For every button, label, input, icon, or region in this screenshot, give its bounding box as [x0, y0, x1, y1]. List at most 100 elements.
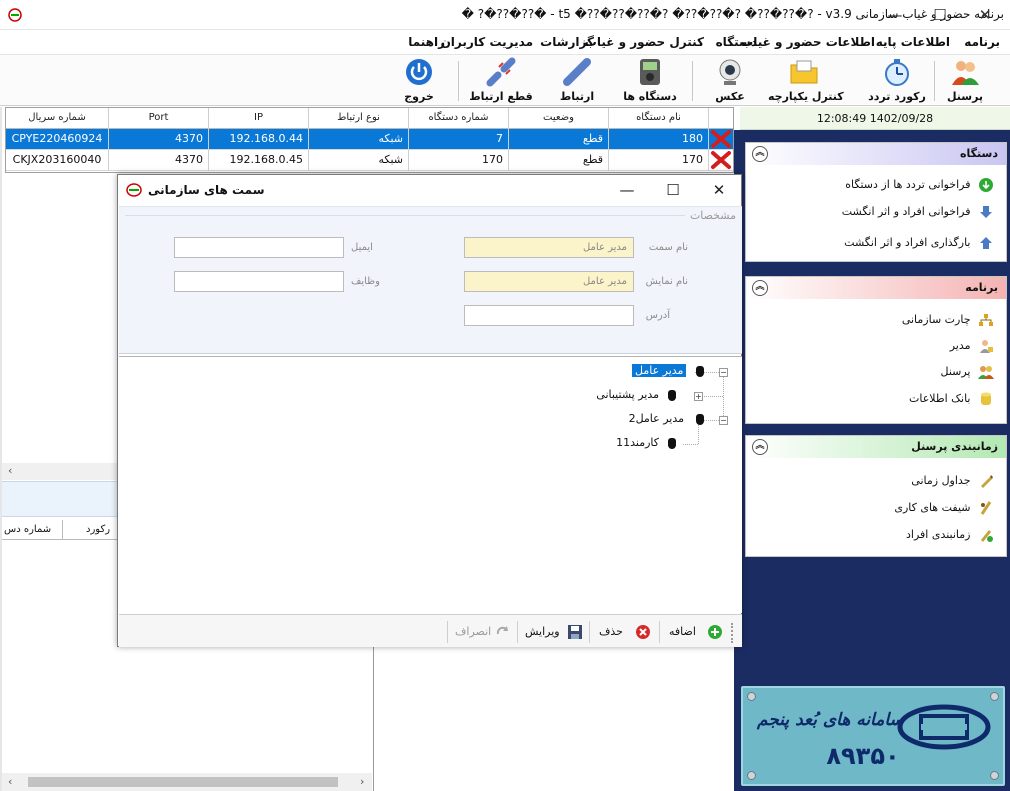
- work-shifts-link[interactable]: شیفت های کاری: [894, 497, 994, 519]
- position-name-field[interactable]: مدیر عامل: [464, 237, 634, 258]
- webcam-icon: [719, 59, 741, 85]
- edit-button[interactable]: ویرایش: [523, 621, 585, 643]
- col-serial[interactable]: شماره سریال: [6, 108, 109, 129]
- devices-button[interactable]: دستگاه ها: [620, 57, 680, 105]
- col-connection: [709, 108, 733, 129]
- program-section-header[interactable]: ︽ برنامه: [746, 277, 1006, 299]
- record-button[interactable]: رکورد تردد: [866, 57, 928, 105]
- scroll-left-icon[interactable]: ‹: [8, 775, 12, 788]
- up-arrow-icon: [980, 237, 992, 249]
- menu-help[interactable]: راهنما: [408, 35, 445, 49]
- upload-fingerprints-link[interactable]: بارگذاری افراد و اثر انگشت: [844, 232, 994, 254]
- menu-base-info[interactable]: اطلاعات پایه: [876, 35, 950, 49]
- company-logo: سامانه های بُعد پنجم ۸۹۳۵۰: [741, 686, 1005, 786]
- col-record[interactable]: رکورد: [86, 524, 120, 535]
- tree-node-ceo-2[interactable]: مدیر عامل2: [624, 410, 684, 428]
- address-field[interactable]: [464, 305, 634, 326]
- collapse-icon[interactable]: ︽: [752, 280, 768, 296]
- col-ip[interactable]: IP: [209, 108, 309, 129]
- dialog-maximize-button[interactable]: ☐: [658, 179, 688, 201]
- dialog-minimize-button[interactable]: —: [612, 179, 642, 201]
- tree-line: [683, 444, 698, 445]
- tree-expand-toggle[interactable]: +: [694, 392, 703, 401]
- collapse-icon[interactable]: ︽: [752, 146, 768, 162]
- col-conn-type[interactable]: نوع ارتباط: [309, 108, 409, 129]
- email-label: ایمیل: [351, 242, 373, 253]
- menu-device[interactable]: دستگاه: [716, 35, 757, 49]
- app-icon: [8, 8, 22, 22]
- minimize-button[interactable]: —: [880, 4, 910, 26]
- menu-attendance-info[interactable]: اطلاعات حضور و غیاب: [741, 35, 875, 49]
- disconnected-x-icon[interactable]: [709, 150, 733, 171]
- org-chart-link[interactable]: چارت سازمانی: [902, 309, 994, 331]
- disconnected-x-icon[interactable]: [709, 129, 733, 150]
- exit-button[interactable]: خروج: [398, 57, 440, 105]
- manager-link[interactable]: مدیر: [950, 335, 994, 357]
- photo-button[interactable]: عکس: [710, 57, 750, 105]
- title-bar: برنامه حضور و غیاب سازمانی t5 �??�??�??�…: [0, 0, 1010, 30]
- save-icon: [568, 625, 582, 639]
- col-port[interactable]: Port: [109, 108, 209, 129]
- table-row[interactable]: CKJX203160040 4370 192.168.0.45 شبکه 170…: [6, 150, 733, 171]
- node-flag-icon: [696, 366, 704, 377]
- schedule-section-header[interactable]: ︽ زمانبندی پرسنل: [746, 436, 1006, 458]
- tree-node-ceo[interactable]: مدیر عامل: [632, 362, 687, 380]
- col-device-name[interactable]: نام دستگاه: [609, 108, 709, 129]
- menu-attendance-control[interactable]: کنترل حضور و غیاب: [585, 35, 704, 49]
- add-button[interactable]: اضافه: [667, 621, 725, 643]
- col-status[interactable]: وضعیت: [509, 108, 609, 129]
- manager-icon: [980, 340, 993, 353]
- duties-field[interactable]: [174, 271, 344, 292]
- horizontal-scrollbar[interactable]: ‹ ›: [2, 773, 372, 791]
- fetch-records-link[interactable]: فراخوانی تردد ها از دستگاه: [845, 174, 994, 196]
- screw-icon: [990, 692, 999, 701]
- scroll-left-icon[interactable]: ‹: [8, 464, 12, 477]
- person-schedule-link[interactable]: زمانبندی افراد: [906, 524, 994, 546]
- email-field[interactable]: [174, 237, 344, 258]
- col-device-number[interactable]: شماره دس: [4, 524, 60, 535]
- time-tables-link[interactable]: جداول زمانی: [911, 470, 994, 492]
- menu-reports[interactable]: گزارشات: [540, 35, 594, 49]
- database-link[interactable]: بانک اطلاعات: [909, 388, 994, 410]
- connect-button[interactable]: ارتباط: [552, 57, 602, 105]
- toolbar-separator: [692, 61, 693, 101]
- footer-separator: [659, 621, 660, 643]
- delete-button[interactable]: حذف: [597, 621, 655, 643]
- grip-icon: [731, 623, 734, 643]
- unified-control-button[interactable]: کنترل یکپارچه: [768, 57, 844, 105]
- screw-icon: [990, 771, 999, 780]
- logo-number: ۸۹۳۵۰: [826, 742, 900, 770]
- fetch-fingerprints-link[interactable]: فراخوانی افراد و اثر انگشت: [842, 201, 994, 223]
- plug-connect-icon: [563, 58, 591, 86]
- folder-icon: [790, 60, 818, 84]
- address-label: آدرس: [645, 310, 670, 321]
- tree-collapse-toggle[interactable]: −: [719, 416, 728, 425]
- screw-icon: [747, 692, 756, 701]
- scrollbar-thumb[interactable]: [28, 777, 338, 787]
- close-button[interactable]: ✕: [970, 4, 1000, 26]
- col-device-number[interactable]: شماره دستگاه: [409, 108, 509, 129]
- table-row[interactable]: CPYE220460924 4370 192.168.0.44 شبکه 7 ق…: [6, 129, 733, 150]
- tree-node-support-manager[interactable]: مدیر پشتیبانی: [579, 386, 659, 404]
- personnel-button[interactable]: پرسنل: [940, 57, 990, 105]
- menu-user-management[interactable]: مدیریت کاربران: [441, 35, 533, 49]
- tree-node-employee-11[interactable]: کارمند11: [607, 434, 659, 452]
- display-name-field[interactable]: مدیر عامل: [464, 271, 634, 292]
- device-section-header[interactable]: ︽ دستگاه: [746, 143, 1006, 165]
- dialog-close-button[interactable]: ✕: [704, 179, 734, 201]
- disconnect-button[interactable]: قطع ارتباط: [468, 57, 534, 105]
- collapse-icon[interactable]: ︽: [752, 439, 768, 455]
- personnel-link[interactable]: پرسنل: [941, 361, 994, 383]
- position-name-label: نام سمت: [648, 242, 688, 253]
- tree-collapse-toggle[interactable]: −: [719, 368, 728, 377]
- node-flag-icon: [668, 438, 676, 449]
- stopwatch-icon: [885, 59, 909, 86]
- users-icon: [978, 366, 994, 379]
- maximize-button[interactable]: ☐: [925, 4, 955, 26]
- fingerprint-device-icon: [640, 59, 660, 85]
- cancel-button[interactable]: انصراف: [453, 621, 515, 643]
- menu-program[interactable]: برنامه: [964, 35, 1000, 49]
- device-section: ︽ دستگاه فراخوانی تردد ها از دستگاه فراخ…: [745, 142, 1007, 262]
- group-label: مشخصات: [689, 209, 736, 222]
- scroll-right-icon[interactable]: ›: [360, 775, 364, 788]
